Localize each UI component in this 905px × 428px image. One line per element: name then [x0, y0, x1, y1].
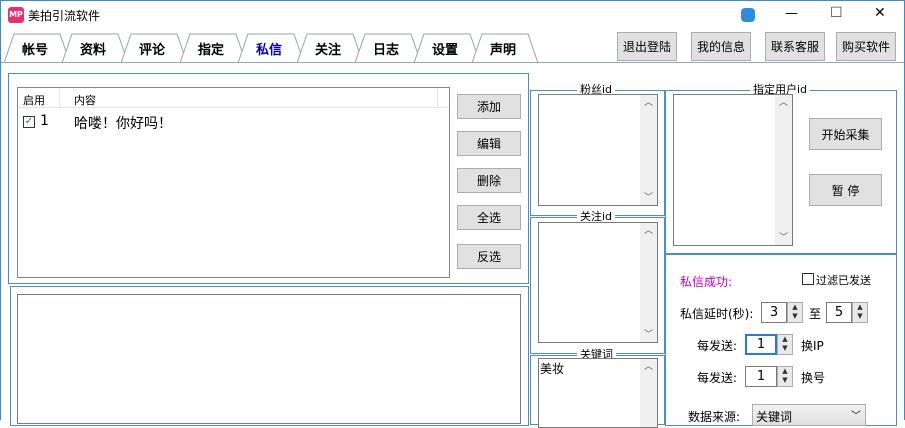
filter-sent-checkbox[interactable]	[802, 273, 814, 285]
tab-label: 评论	[138, 42, 165, 58]
skin-icon[interactable]	[741, 8, 755, 22]
enabled-checkbox[interactable]: ✓	[23, 116, 35, 128]
change-account-label: 换号	[801, 371, 826, 385]
per-send-account-value[interactable]: 1	[745, 366, 777, 387]
message-list[interactable]: 启用 内容 ✓ 1 哈喽！你好吗！	[17, 87, 450, 278]
buy-button[interactable]: 购买软件	[836, 32, 896, 61]
filter-sent-label: 过滤已发送	[816, 274, 871, 287]
tab-5[interactable]: 私信	[238, 33, 304, 63]
select-all-button[interactable]: 全选	[457, 205, 521, 230]
my-info-button[interactable]: 我的信息	[691, 32, 751, 61]
tab-4[interactable]: 指定	[180, 33, 246, 63]
maximize-button[interactable]: ☐	[830, 5, 843, 21]
add-button[interactable]: 添加	[457, 94, 521, 119]
source-label: 数据来源:	[688, 410, 741, 424]
per-send-ip-value[interactable]: 1	[745, 334, 777, 355]
delay-max-value[interactable]: 5	[826, 302, 852, 323]
per-send-ip-stepper[interactable]: 1 ▲ ▼	[745, 334, 793, 355]
scrollbar[interactable]: ︿ ﹀	[640, 223, 657, 342]
stepper-arrows[interactable]: ▲ ▼	[777, 334, 793, 355]
start-collect-button[interactable]: 开始采集	[809, 118, 882, 150]
row-index: 1	[40, 113, 49, 129]
app-icon: MP	[8, 7, 24, 23]
delay-min-value[interactable]: 3	[761, 302, 787, 323]
stepper-arrows[interactable]: ▲ ▼	[777, 366, 793, 387]
keyword-textarea[interactable]: 美妆 ︿	[538, 358, 658, 428]
delay-label: 私信延时(秒):	[680, 307, 754, 321]
tab-2[interactable]: 资料	[62, 33, 128, 63]
column-enabled[interactable]: 启用	[23, 92, 45, 108]
logout-button[interactable]: 退出登陆	[617, 32, 677, 61]
delay-max-stepper[interactable]: 5 ▲ ▼	[826, 302, 868, 323]
tab-divider	[1, 62, 904, 63]
stepper-arrows[interactable]: ▲ ▼	[852, 302, 868, 323]
per-send-account-label: 每发送:	[697, 371, 738, 385]
list-header: 启用 内容	[18, 88, 449, 108]
tab-9[interactable]: 声明	[472, 33, 538, 63]
tab-label: 私信	[255, 42, 282, 58]
log-textarea[interactable]	[17, 294, 521, 424]
tab-label: 资料	[79, 42, 106, 58]
to-label: 至	[809, 307, 822, 321]
source-select[interactable]: 关键词 ﹀	[752, 404, 866, 426]
tab-8[interactable]: 设置	[414, 33, 480, 63]
table-row[interactable]: ✓ 1 哈喽！你好吗！	[18, 112, 438, 132]
tab-label: 声明	[489, 42, 516, 58]
scrollbar[interactable]: ︿ ﹀	[775, 95, 792, 245]
window-title: 美拍引流软件	[28, 9, 101, 23]
tab-label: 关注	[314, 42, 341, 58]
stepper-arrows[interactable]: ▲ ▼	[787, 302, 803, 323]
scrollbar[interactable]: ︿	[640, 359, 657, 427]
close-button[interactable]: ✕	[874, 5, 886, 21]
success-label: 私信成功:	[680, 275, 733, 289]
source-value: 关键词	[756, 410, 793, 424]
tab-label: 日志	[372, 42, 399, 58]
delete-button[interactable]: 删除	[457, 168, 521, 193]
tab-1[interactable]: 帐号	[4, 33, 70, 63]
scrollbar[interactable]: ︿ ﹀	[640, 95, 657, 205]
keyword-value: 美妆	[540, 362, 565, 376]
delay-min-stepper[interactable]: 3 ▲ ▼	[761, 302, 803, 323]
minimize-button[interactable]: —	[785, 6, 798, 21]
follow-textarea[interactable]: ︿ ﹀	[538, 222, 658, 343]
target-textarea[interactable]: ︿ ﹀	[673, 94, 793, 246]
fans-textarea[interactable]: ︿ ﹀	[538, 94, 658, 206]
tab-6[interactable]: 关注	[297, 33, 363, 63]
tab-3[interactable]: 评论	[121, 33, 187, 63]
tab-label: 设置	[431, 42, 458, 58]
column-content[interactable]: 内容	[74, 92, 96, 108]
tab-label: 指定	[197, 42, 224, 58]
per-send-account-stepper[interactable]: 1 ▲ ▼	[745, 366, 793, 387]
edit-button[interactable]: 编辑	[457, 131, 521, 156]
contact-button[interactable]: 联系客服	[765, 32, 825, 61]
row-content: 哈喽！你好吗！	[74, 116, 172, 132]
pause-button[interactable]: 暂 停	[809, 174, 882, 206]
change-ip-label: 换IP	[801, 339, 824, 353]
tab-7[interactable]: 日志	[355, 33, 421, 63]
per-send-ip-label: 每发送:	[697, 339, 738, 353]
tab-label: 帐号	[21, 42, 48, 58]
invert-selection-button[interactable]: 反选	[457, 244, 521, 269]
